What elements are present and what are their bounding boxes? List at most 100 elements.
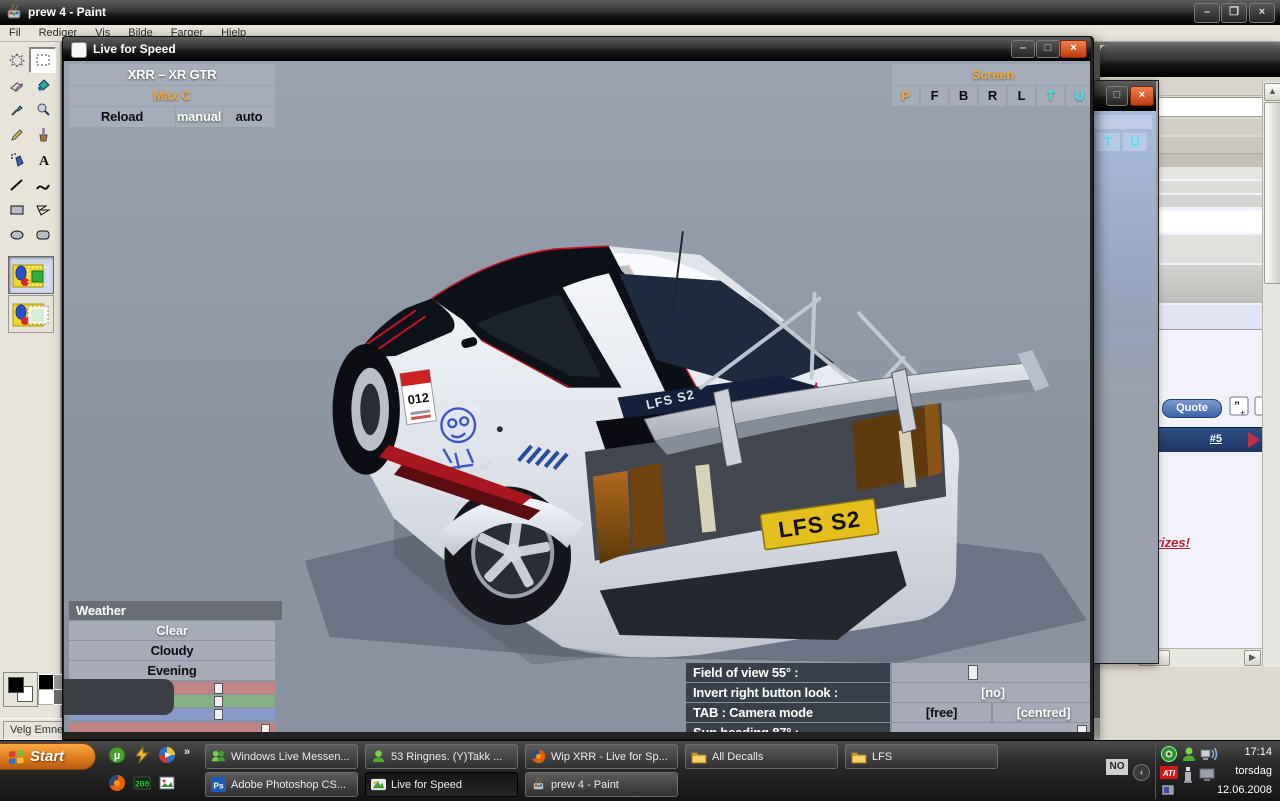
tool-eyedropper-icon[interactable] [3,97,30,123]
tool-line-icon[interactable] [3,172,30,198]
menu-fil[interactable]: Fil [0,27,30,39]
clock-time[interactable]: 17:14 [1244,746,1272,758]
tool-pencil-icon[interactable] [3,122,30,148]
lfs-close-button[interactable]: × [1060,40,1087,58]
paint-restore-button[interactable]: ❐ [1221,3,1247,23]
tool-rounded-rect-icon[interactable] [29,222,56,248]
palette-swatch-white[interactable] [38,689,54,705]
screen-button-b[interactable]: B [950,86,977,106]
tool-eraser-icon[interactable] [3,72,30,98]
lfs2-close-button[interactable]: × [1130,86,1154,106]
tool-rectangle-icon[interactable] [3,197,30,223]
tool-magnifier-icon[interactable] [29,97,56,123]
taskbutton-chat[interactable]: 53 Ringnes. (Y)Takk ... [365,744,518,769]
browser-vertical-scrollbar[interactable]: ▲ ▼ [1262,82,1280,730]
lfs-titlebar[interactable]: Live for Speed – □ × [63,37,1091,61]
taskbutton-messenger[interactable]: Windows Live Messen... [205,744,358,769]
skin-name-button[interactable]: Max C [69,86,275,106]
lfs2-maximize-button[interactable]: □ [1106,86,1128,106]
screen-button-l[interactable]: L [1008,86,1035,106]
lfs2-titlebar[interactable]: □ × [1092,81,1156,111]
image-viewer-icon[interactable] [158,774,176,792]
blue-slider-handle[interactable] [214,709,223,720]
tray-messenger-icon[interactable] [1180,745,1198,763]
tool-airbrush-icon[interactable] [3,147,30,173]
report-flag-icon[interactable] [1246,430,1262,450]
taskbutton-photoshop[interactable]: Ps Adobe Photoshop CS... [205,772,358,797]
start-button[interactable]: Start [0,743,96,770]
screen-button-u[interactable]: U [1066,86,1090,106]
palette-swatch-black[interactable] [38,674,54,690]
selection-option-transparent[interactable] [8,256,54,294]
media-player-icon[interactable] [158,746,176,764]
scroll-up-button[interactable]: ▲ [1264,83,1280,101]
lfs-minimize-button[interactable]: – [1011,40,1035,58]
tool-select-icon[interactable] [29,47,56,73]
tray-collapse-chevron[interactable]: ‹ [1133,764,1150,781]
paint-color-indicator[interactable] [3,672,38,707]
car-name-button[interactable]: XRR – XR GTR [69,64,275,85]
selection-option-opaque[interactable] [8,295,54,333]
weather-option-cloudy[interactable]: Cloudy [69,641,275,660]
invert-look-value[interactable]: [no] [892,683,1090,702]
paint-titlebar[interactable]: prew 4 - Paint – ❐ × [0,0,1280,25]
language-indicator[interactable]: NO [1106,759,1128,775]
led-meter-icon[interactable]: 200 [133,774,151,792]
skin-auto-button[interactable]: auto [223,107,275,127]
taskbutton-folder-lfs[interactable]: LFS [845,744,998,769]
tray-removable-icon[interactable] [1162,785,1174,795]
camera-mode-centred[interactable]: [centred] [993,703,1090,722]
taskbutton-firefox-lfs-thread[interactable]: Wip XRR - Live for Sp... [525,744,678,769]
extra-slider-handle[interactable] [261,724,270,732]
tool-text-icon[interactable]: A [29,147,56,173]
taskbutton-paint[interactable]: prew 4 - Paint [525,772,678,797]
weather-option-evening[interactable]: Evening [69,661,275,680]
tray-ati-icon[interactable]: ATI [1160,766,1178,779]
sun-heading-slider[interactable] [892,723,1090,732]
tool-ellipse-icon[interactable] [3,222,30,248]
firefox-quicklaunch-icon[interactable] [108,774,126,792]
color-slider-extra[interactable] [69,723,275,732]
screen-button-t[interactable]: T [1037,86,1064,106]
svg-text:200: 200 [135,781,150,790]
sun-slider-handle[interactable] [1077,725,1087,732]
tool-free-form-select-icon[interactable] [3,47,30,73]
screen-button-p[interactable]: P [892,86,919,106]
tray-network-icon[interactable] [1200,745,1218,763]
daemon-tools-icon[interactable] [133,746,151,764]
camera-mode-free[interactable]: [free] [892,703,991,722]
quicklaunch-chevron[interactable]: » [184,746,190,758]
paint-minimize-button[interactable]: – [1194,3,1220,23]
screen-button-f[interactable]: F [921,86,948,106]
tool-polygon-icon[interactable] [29,197,56,223]
green-slider-handle[interactable] [214,696,223,707]
skin-manual-button[interactable]: manual [176,107,222,127]
lfs2-screen-button-t[interactable]: T [1096,133,1120,151]
multiquote-icon[interactable]: ” + [1228,395,1252,419]
paint-close-button[interactable]: × [1249,3,1275,23]
tool-fill-icon[interactable] [29,72,56,98]
lfs-maximize-button[interactable]: □ [1036,40,1060,58]
taskbutton-folder-all-decalls[interactable]: All Decalls [685,744,838,769]
lfs-render-viewport[interactable]: TYRES 012 LFS S2 LFS S2 XRR – XR GTR Max… [64,61,1090,732]
lfs2-screen-button-u[interactable]: U [1123,133,1147,151]
quickreply-icon[interactable] [1254,395,1262,419]
taskbutton-live-for-speed[interactable]: Live for Speed [365,772,518,797]
vertical-scroll-thumb[interactable] [1264,102,1280,284]
fov-slider-handle[interactable] [968,665,978,680]
tray-display-icon[interactable] [1198,766,1216,784]
tray-audio-icon[interactable] [1160,745,1178,763]
reload-button[interactable]: Reload [69,107,175,127]
quote-button[interactable]: Quote [1162,399,1222,418]
scroll-right-button[interactable]: ▶ [1244,650,1261,666]
tray-pillar-icon[interactable] [1183,765,1193,783]
post-number[interactable]: #5 [1210,433,1222,445]
tool-curve-icon[interactable] [29,172,56,198]
tool-brush-icon[interactable] [29,122,56,148]
weather-option-clear[interactable]: Clear [69,621,275,640]
red-slider-handle[interactable] [214,683,223,694]
browser-titlebar[interactable] [1100,45,1280,77]
fov-slider[interactable] [892,663,1090,682]
screen-button-r[interactable]: R [979,86,1006,106]
utorrent-icon[interactable]: µ [108,746,126,764]
